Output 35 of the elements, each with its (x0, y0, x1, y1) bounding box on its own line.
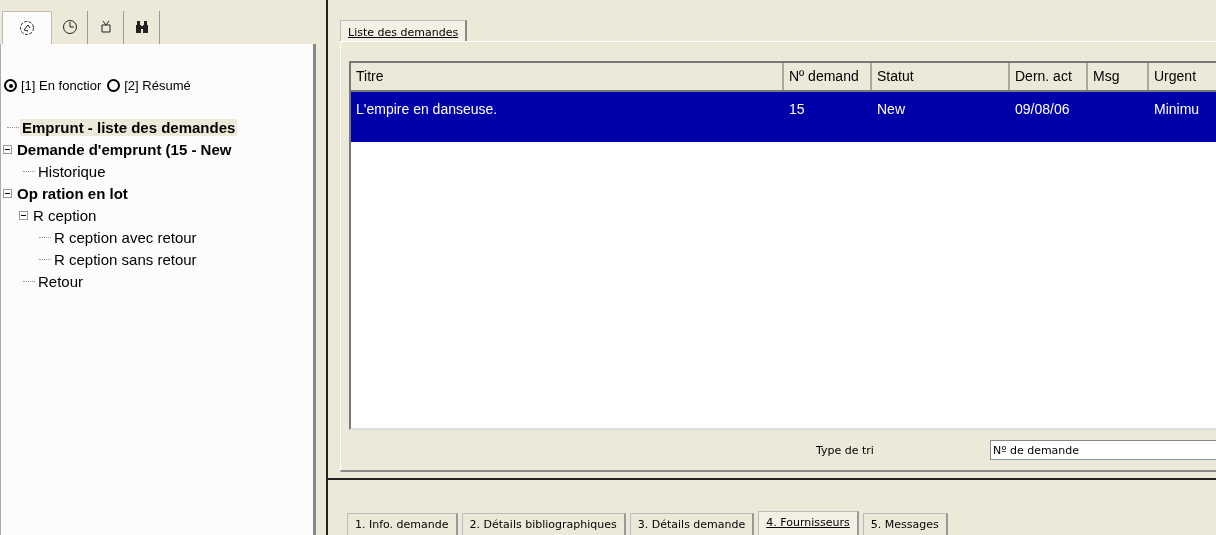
tree-item[interactable]: Retour (36, 272, 86, 290)
column-header[interactable]: Urgent (1149, 63, 1216, 90)
sort-label: Type de tri (816, 443, 875, 457)
sort-field[interactable]: Nº de demande (990, 440, 1216, 460)
table-cell-text: New (877, 100, 905, 119)
table-cell-text: Minimu (1154, 100, 1200, 119)
collapse-box-icon[interactable] (3, 188, 12, 198)
column-header[interactable]: Statut (872, 63, 1010, 90)
tree-item[interactable]: Emprunt - liste des demandes (20, 118, 238, 136)
tree-item[interactable]: R ception sans retour (52, 250, 199, 268)
tab[interactable]: 1. Info. demande (347, 513, 458, 535)
radio-option[interactable]: [2] Résumé (107, 67, 191, 104)
table-cell-text: 15 (789, 100, 805, 119)
collapse-box-icon[interactable] (19, 210, 28, 220)
column-header[interactable]: Msg (1088, 63, 1149, 90)
table-row[interactable]: L'empire en danseuse. 15 New 09/08/06 Minimu (351, 92, 1216, 142)
tab[interactable]: Liste des demandes (340, 20, 468, 41)
tree-item[interactable]: Historique (36, 162, 108, 180)
tree-item[interactable]: Op ration en lot (15, 184, 130, 202)
clock-icon (61, 19, 78, 35)
table-cell-text: 09/08/06 (1015, 100, 1070, 119)
binoculars-icon (133, 19, 150, 35)
tab[interactable]: 2. Détails bibliographiques (461, 513, 626, 535)
tree-item[interactable]: R ception (31, 206, 99, 224)
collapse-box-icon[interactable] (3, 144, 12, 154)
tab[interactable]: 4. Fournisseurs (758, 511, 859, 535)
tab[interactable]: 3. Détails demande (629, 513, 755, 535)
tree-item[interactable]: R ception avec retour (52, 228, 199, 246)
table-cell-text: L'empire en danseuse. (356, 100, 498, 119)
column-header[interactable]: Nº demand (784, 63, 872, 90)
tree-item[interactable]: Demande d'emprunt (15 - New (15, 140, 234, 158)
column-header[interactable]: Titre (351, 63, 784, 90)
tab[interactable]: 5. Messages (862, 513, 948, 535)
column-header[interactable]: Dern. act (1010, 63, 1088, 90)
radio-option[interactable]: [1] En fonctior (4, 67, 102, 104)
